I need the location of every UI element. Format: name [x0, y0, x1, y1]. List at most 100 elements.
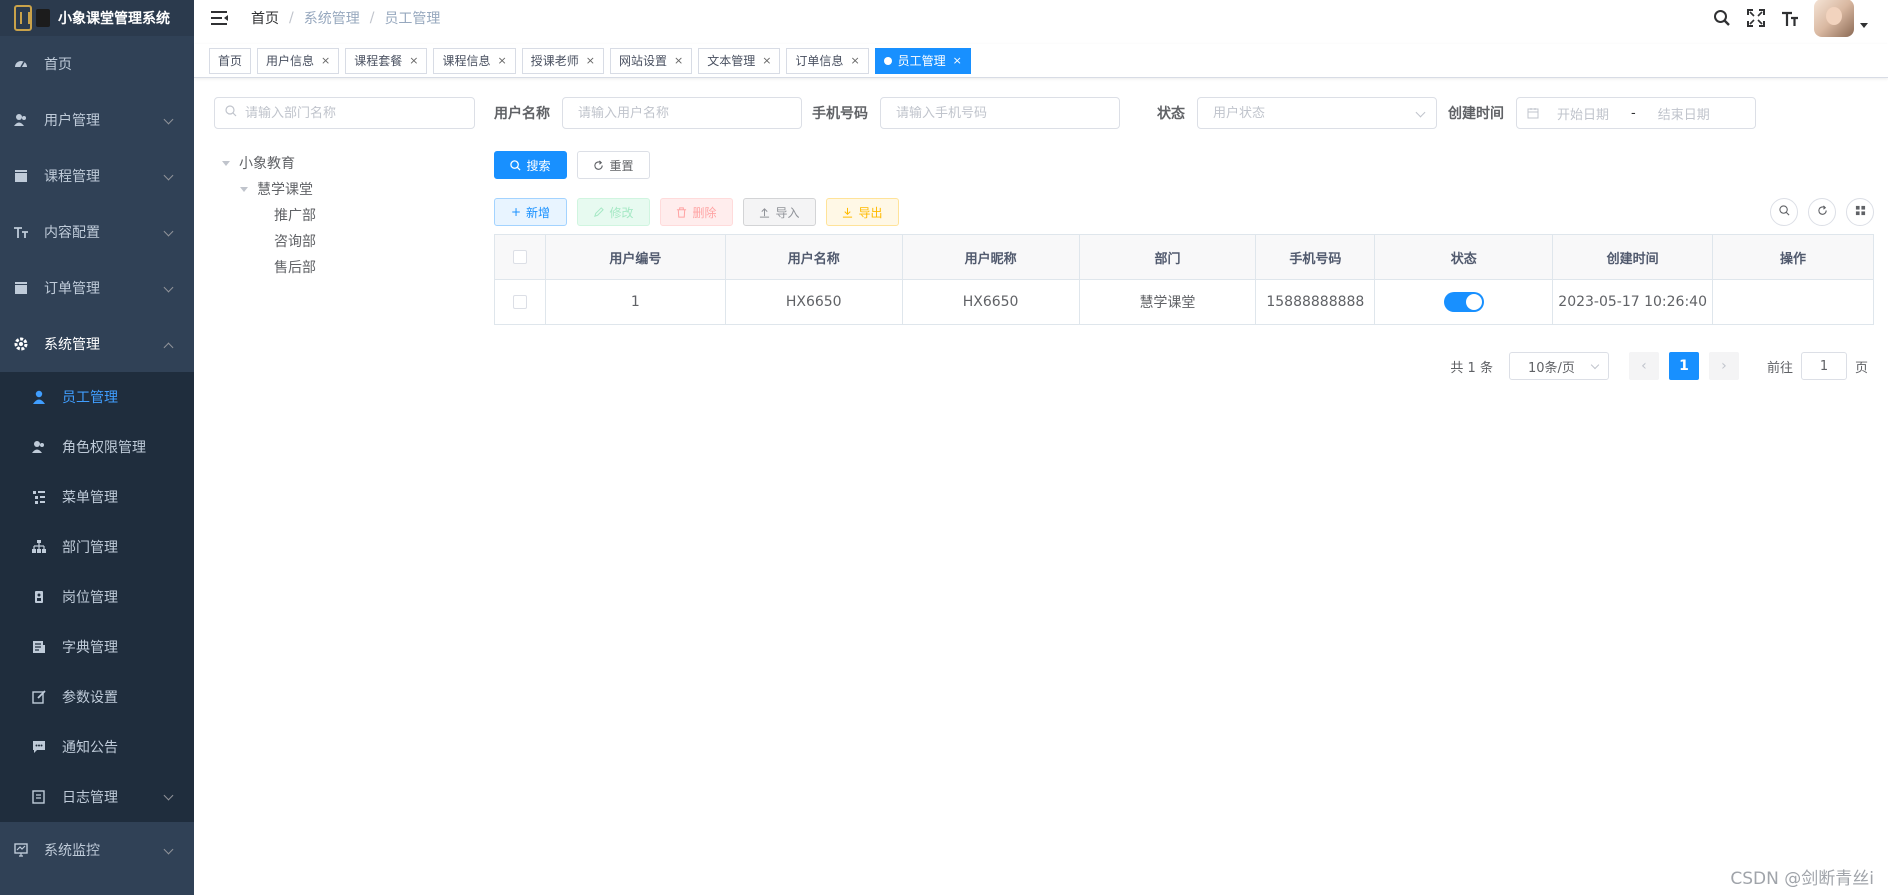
sidebar-item-monitor[interactable]: 系统监控 [0, 822, 194, 878]
sidebar-item-label: 系统管理 [44, 337, 100, 353]
tag-label: 员工管理 [897, 54, 946, 68]
delete-button[interactable]: 删除 [660, 198, 733, 226]
sidebar-item-label: 用户管理 [44, 113, 100, 129]
row-checkbox[interactable] [512, 295, 527, 309]
refresh-button[interactable] [1808, 198, 1836, 226]
sidebar-item-user-mgmt[interactable]: 用户管理 [0, 92, 194, 148]
tree-node-child[interactable]: 慧学课堂 [222, 176, 316, 202]
watermark: CSDN @剑断青丝i [1730, 869, 1874, 889]
sidebar-item-notices[interactable]: 通知公告 [0, 722, 194, 772]
close-icon[interactable]: × [953, 54, 962, 67]
status-label: 状态 [1157, 106, 1185, 122]
status-select[interactable] [1197, 97, 1437, 129]
caret-down-icon[interactable] [1860, 22, 1868, 28]
tag-order-info[interactable]: 订单信息 × [786, 47, 869, 74]
phone-field[interactable] [880, 97, 1120, 129]
close-icon[interactable]: × [321, 54, 330, 67]
chevron-down-icon [1590, 360, 1600, 370]
tag-label: 授课老师 [530, 54, 579, 68]
next-page-button[interactable]: › [1708, 352, 1739, 380]
sidebar-item-posts[interactable]: 岗位管理 [0, 572, 194, 622]
sidebar-item-label: 首页 [44, 57, 72, 73]
tree-table-icon [32, 490, 46, 504]
phone-input[interactable] [896, 105, 1104, 121]
download-icon [842, 207, 853, 218]
breadcrumb-separator: / [289, 10, 294, 26]
tag-site-settings[interactable]: 网站设置 × [609, 47, 693, 74]
end-date-input[interactable]: 结束日期 [1658, 104, 1710, 123]
dept-search-input[interactable] [245, 105, 465, 121]
start-date-input[interactable]: 开始日期 [1557, 104, 1609, 123]
edit-button[interactable]: 修改 [577, 198, 650, 226]
search-button[interactable]: 搜索 [494, 151, 567, 179]
dict-icon [32, 640, 46, 654]
sidebar-item-order-mgmt[interactable]: 订单管理 [0, 260, 194, 316]
tag-course-package[interactable]: 课程套餐 × [345, 47, 428, 74]
sidebar-item-dict[interactable]: 字典管理 [0, 622, 194, 672]
sidebar-item-menus[interactable]: 菜单管理 [0, 472, 194, 522]
tags-view: 首页 用户信息 × 课程套餐 × 课程信息 × 授课老师 × 网站设置 × 文本管理 × 订… [194, 44, 1888, 78]
page-size-select[interactable]: 10条/页 [1508, 352, 1609, 380]
tag-course-info[interactable]: 课程信息 × [433, 47, 516, 74]
sidebar-item-system-mgmt[interactable]: 系统管理 [0, 316, 194, 372]
search-icon [225, 105, 237, 121]
prev-page-button[interactable]: ‹ [1628, 352, 1659, 380]
close-icon[interactable]: × [674, 54, 683, 67]
tree-node-leaf[interactable]: 售后部 [222, 254, 316, 280]
tag-user-info[interactable]: 用户信息 × [257, 47, 340, 74]
tag-label: 用户信息 [266, 54, 315, 68]
logo-figure-icon [36, 9, 50, 27]
toggle-search-button[interactable] [1770, 198, 1798, 226]
sidebar-item-label: 参数设置 [62, 690, 118, 706]
sidebar-item-home[interactable]: 首页 [0, 36, 194, 92]
import-button[interactable]: 导入 [743, 198, 816, 226]
sidebar-item-staff[interactable]: 员工管理 [0, 372, 194, 422]
select-all-checkbox[interactable] [512, 250, 527, 264]
tree-node-leaf[interactable]: 咨询部 [222, 228, 316, 254]
sidebar-item-roles[interactable]: 角色权限管理 [0, 422, 194, 472]
sidebar-item-label: 订单管理 [44, 281, 100, 297]
reset-button[interactable]: 重置 [577, 151, 650, 179]
page-number-button[interactable]: 1 [1668, 352, 1699, 380]
tag-teachers[interactable]: 授课老师 × [521, 47, 604, 74]
tag-home[interactable]: 首页 [209, 47, 252, 74]
text-size-icon[interactable] [1780, 8, 1800, 28]
username-field[interactable] [562, 97, 802, 129]
search-icon[interactable] [1712, 8, 1732, 28]
caret-down-icon[interactable] [240, 186, 248, 192]
sidebar-item-logs[interactable]: 日志管理 [0, 772, 194, 822]
tag-text-mgmt[interactable]: 文本管理 × [698, 47, 781, 74]
hamburger-icon[interactable] [211, 11, 229, 25]
close-icon[interactable]: × [850, 54, 859, 67]
table-row[interactable]: 1 HX6650 HX6650 慧学课堂 15888888888 2023-05… [494, 279, 1874, 325]
tree-node-root[interactable]: 小象教育 [222, 150, 316, 176]
breadcrumb-home[interactable]: 首页 [251, 8, 279, 28]
status-select-input[interactable] [1213, 105, 1421, 121]
sidebar-item-content-config[interactable]: 内容配置 [0, 204, 194, 260]
avatar[interactable] [1814, 0, 1854, 37]
fullscreen-icon[interactable] [1746, 8, 1766, 28]
status-switch[interactable] [1443, 292, 1484, 312]
close-icon[interactable]: × [762, 54, 771, 67]
add-button[interactable]: + 新增 [494, 198, 567, 226]
close-icon[interactable]: × [586, 54, 595, 67]
export-button[interactable]: 导出 [826, 198, 899, 226]
column-header: 操作 [1712, 234, 1874, 280]
username-input[interactable] [578, 105, 786, 121]
tag-staff-mgmt[interactable]: 员工管理 × [874, 47, 971, 74]
sidebar-item-course-mgmt[interactable]: 课程管理 [0, 148, 194, 204]
close-icon[interactable]: × [409, 54, 418, 67]
sidebar-item-depts[interactable]: 部门管理 [0, 522, 194, 572]
sidebar-item-params[interactable]: 参数设置 [0, 672, 194, 722]
columns-button[interactable] [1846, 198, 1874, 226]
dept-search-field[interactable] [214, 97, 475, 129]
tree-node-leaf[interactable]: 推广部 [222, 202, 316, 228]
goto-page-input[interactable] [1800, 352, 1847, 380]
close-icon[interactable]: × [498, 54, 507, 67]
date-range-picker[interactable]: 开始日期 - 结束日期 [1516, 97, 1756, 129]
cell-ops [1712, 279, 1874, 325]
sidebar-item-label: 字典管理 [62, 640, 118, 656]
caret-down-icon[interactable] [222, 160, 230, 166]
column-header: 状态 [1374, 234, 1554, 280]
export-button-label: 导出 [858, 205, 883, 220]
